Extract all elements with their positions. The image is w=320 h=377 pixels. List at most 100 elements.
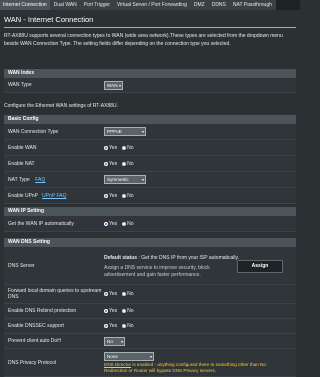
enable-nat-row: Enable NAT Yes No	[4, 156, 296, 172]
radio-unselected-icon	[122, 324, 127, 328]
yes-label: Yes	[109, 291, 118, 297]
upnp-no-radio[interactable]: No	[122, 192, 134, 199]
tab-ddns[interactable]: DDNS	[208, 0, 230, 10]
no-label: No	[127, 323, 134, 329]
chevron-down-icon: ▾	[120, 338, 123, 344]
wan-ip-section: WAN IP Setting Get the WAN IP automatica…	[4, 207, 296, 232]
radio-unselected-icon	[122, 221, 127, 226]
enable-wan-no-radio[interactable]: No	[122, 144, 134, 151]
prevent-doh-row: Prevent client auto DoH No ▾	[4, 334, 296, 349]
chevron-down-icon: ▾	[141, 129, 144, 134]
no-label: No	[127, 220, 134, 227]
enable-nat-no-radio[interactable]: No	[122, 161, 134, 167]
tab-bar: Internet Connection Dual WAN Port Trigge…	[0, 0, 300, 10]
nat-type-faq-link[interactable]: FAQ	[35, 177, 45, 183]
default-status-detail: : Get the DNS IP from your ISP automatic…	[138, 254, 240, 261]
prevent-doh-label: Prevent client auto DoH	[8, 338, 61, 344]
upnp-text: Enable UPnP	[8, 192, 38, 199]
rebind-protection-label: Enable DNS Rebind protection	[8, 308, 77, 314]
radio-selected-icon	[104, 193, 108, 198]
radio-selected-icon	[104, 145, 108, 150]
radio-selected-icon	[104, 324, 108, 328]
tab-dmz[interactable]: DMZ	[190, 0, 209, 10]
dns-director-link[interactable]: DNS Director	[104, 362, 131, 367]
nat-type-select[interactable]: Symmetric ▾	[104, 175, 146, 184]
dns-server-label: DNS Server	[8, 262, 35, 269]
auto-ip-label: Get the WAN IP automatically	[8, 220, 74, 227]
connection-type-select[interactable]: PPPoE ▾	[104, 127, 146, 136]
privacy-protocol-select[interactable]: None ▾	[104, 351, 154, 361]
radio-selected-icon	[104, 292, 108, 296]
prevent-doh-value: No	[107, 338, 113, 344]
wan-type-row: WAN Type WAN ▾	[4, 78, 296, 93]
basic-config-header: Basic Config	[4, 115, 296, 124]
upnp-faq-link[interactable]: UPnP FAQ	[42, 193, 66, 199]
prevent-doh-select[interactable]: No ▾	[104, 336, 125, 346]
yes-label: Yes	[109, 220, 118, 227]
wan-index-section: WAN Index WAN Type WAN ▾	[4, 69, 296, 93]
enable-wan-label: Enable WAN	[8, 144, 37, 151]
forward-queries-label: Forward local domain queries to upstream…	[8, 288, 102, 300]
tab-dual-wan[interactable]: Dual WAN	[50, 0, 81, 10]
forward-no-radio[interactable]: No	[122, 291, 134, 297]
title-divider	[4, 27, 296, 28]
dnssec-row: Enable DNSSEC support Yes No	[4, 319, 296, 334]
radio-unselected-icon	[122, 161, 127, 166]
configure-text: Configure the Ethernet WAN settings of R…	[4, 103, 118, 109]
rebind-no-radio[interactable]: No	[122, 308, 134, 314]
tab-virtual-server[interactable]: Virtual Server / Port Forwarding	[113, 0, 191, 10]
nat-type-value: Symmetric	[107, 177, 129, 182]
nat-type-label: NAT Type FAQ	[4, 177, 104, 183]
dnssec-yes-radio[interactable]: Yes	[104, 323, 117, 329]
page-title: WAN - Internet Connection	[4, 15, 94, 24]
wan-type-select[interactable]: WAN ▾	[104, 80, 123, 90]
forward-yes-radio[interactable]: Yes	[104, 291, 117, 297]
upnp-yes-radio[interactable]: Yes	[104, 193, 117, 199]
yes-label: Yes	[109, 308, 118, 314]
radio-unselected-icon	[122, 292, 127, 296]
tab-nat-passthrough[interactable]: NAT Passthrough	[229, 0, 276, 10]
radio-unselected-icon	[122, 309, 127, 313]
yes-label: Yes	[109, 160, 118, 167]
no-label: No	[127, 144, 134, 151]
auto-ip-row: Get the WAN IP automatically Yes No	[4, 216, 296, 232]
connection-type-label: WAN Connection Type	[8, 128, 59, 135]
enable-wan-yes-radio[interactable]: Yes	[104, 145, 117, 151]
wan-type-value: WAN	[107, 82, 118, 88]
auto-ip-yes-radio[interactable]: Yes	[104, 221, 117, 227]
wan-dns-section: WAN DNS Setting DNS Server Default statu…	[4, 238, 296, 377]
radio-unselected-icon	[122, 193, 127, 198]
default-status-label: Default status	[104, 254, 138, 261]
privacy-protocol-label: DNS Privacy Protocol	[8, 359, 57, 366]
radio-unselected-icon	[122, 145, 127, 150]
basic-config-section: Basic Config WAN Connection Type PPPoE ▾…	[4, 115, 296, 204]
page-description: RT-AX88U supports several connection typ…	[4, 33, 283, 47]
radio-selected-icon	[104, 309, 108, 313]
wan-ip-header: WAN IP Setting	[4, 207, 296, 216]
enable-nat-label: Enable NAT	[8, 160, 35, 167]
forward-queries-row: Forward local domain queries to upstream…	[4, 285, 296, 304]
dns-server-row: DNS Server Default status : Get the DNS …	[4, 247, 296, 285]
privacy-protocol-value: None	[107, 353, 118, 359]
privacy-protocol-row: DNS Privacy Protocol None ▾ DNS Director…	[4, 349, 296, 377]
yes-label: Yes	[109, 192, 118, 199]
yes-label: Yes	[109, 323, 118, 329]
assign-description: Assign a DNS service to improve security…	[104, 264, 210, 278]
enable-wan-row: Enable WAN Yes No	[4, 140, 296, 156]
dnssec-no-radio[interactable]: No	[122, 323, 134, 329]
tab-port-trigger[interactable]: Port Trigger	[80, 0, 114, 10]
upnp-label: Enable UPnP UPnP FAQ	[4, 193, 104, 199]
yes-label: Yes	[109, 144, 118, 151]
enable-nat-yes-radio[interactable]: Yes	[104, 161, 117, 167]
no-label: No	[127, 192, 134, 199]
connection-type-value: PPPoE	[107, 129, 122, 134]
chevron-down-icon: ▾	[141, 177, 144, 182]
tab-internet-connection[interactable]: Internet Connection	[0, 0, 51, 10]
no-label: No	[127, 308, 134, 314]
nat-type-text: NAT Type	[8, 176, 30, 183]
dns-director-warning: DNS Director is enabled - anything confi…	[104, 362, 288, 374]
rebind-yes-radio[interactable]: Yes	[104, 308, 117, 314]
rebind-protection-row: Enable DNS Rebind protection Yes No	[4, 304, 296, 319]
assign-button[interactable]: Assign	[237, 260, 283, 273]
auto-ip-no-radio[interactable]: No	[122, 220, 134, 227]
